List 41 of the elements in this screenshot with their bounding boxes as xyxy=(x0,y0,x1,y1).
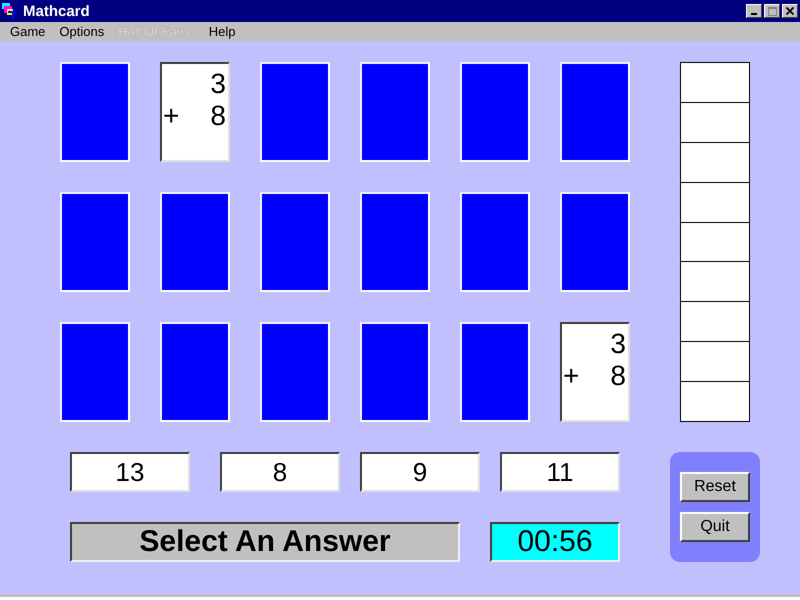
maximize-icon xyxy=(768,6,776,16)
card-number: 3 xyxy=(209,68,226,100)
card-number: 8 xyxy=(209,100,226,132)
card-number: 3 xyxy=(609,328,626,360)
close-button[interactable] xyxy=(782,4,798,18)
minimize-button[interactable] xyxy=(746,4,762,18)
menu-item[interactable]: Game xyxy=(3,24,52,39)
card-back[interactable] xyxy=(360,322,430,422)
card-back[interactable] xyxy=(460,322,530,422)
operator-sign: + xyxy=(163,100,180,132)
card-back[interactable] xyxy=(160,322,230,422)
card-back[interactable] xyxy=(260,192,330,292)
window-title: Mathcard xyxy=(23,2,90,20)
answer-button[interactable]: 9 xyxy=(360,452,480,492)
card-back[interactable] xyxy=(260,62,330,162)
card-back[interactable] xyxy=(360,192,430,292)
answer-button[interactable]: 8 xyxy=(220,452,340,492)
answer-button[interactable]: 13 xyxy=(70,452,190,492)
status-message: Select An Answer xyxy=(70,522,460,562)
timer-display: 00:56 xyxy=(490,522,620,562)
action-button[interactable]: Quit xyxy=(680,512,750,542)
card-back[interactable] xyxy=(460,62,530,162)
card-back[interactable] xyxy=(160,192,230,292)
card-back[interactable] xyxy=(60,62,130,162)
answer-button[interactable]: 11 xyxy=(500,452,620,492)
card-back[interactable] xyxy=(560,192,630,292)
app-icon xyxy=(2,3,18,19)
menu-item[interactable]: Help xyxy=(202,24,243,39)
operator-sign: + xyxy=(563,360,580,392)
close-icon xyxy=(786,7,794,15)
menu-item[interactable]: Options xyxy=(52,24,112,39)
card-back[interactable] xyxy=(60,192,130,292)
card-face[interactable]: 3 + 8 xyxy=(560,322,630,422)
card-back[interactable] xyxy=(360,62,430,162)
card-number: 8 xyxy=(609,360,626,392)
card-back[interactable] xyxy=(260,322,330,422)
card-back[interactable] xyxy=(460,192,530,292)
card-back[interactable] xyxy=(560,62,630,162)
card-back[interactable] xyxy=(60,322,130,422)
action-button[interactable]: Reset xyxy=(680,472,750,502)
card-face[interactable]: 3 + 8 xyxy=(160,62,230,162)
